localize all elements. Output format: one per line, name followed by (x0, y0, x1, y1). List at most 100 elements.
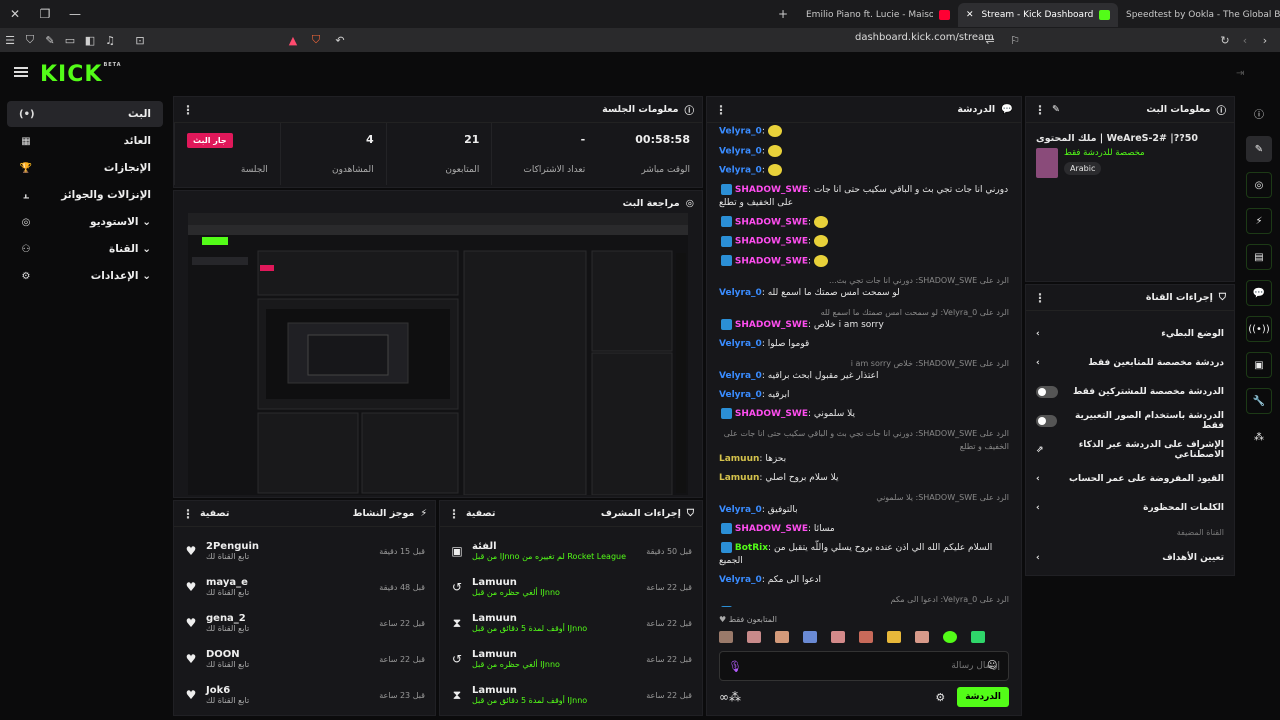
emote-icon[interactable] (719, 631, 733, 643)
screenshot-icon[interactable]: ⊡ (130, 30, 150, 50)
option-followers-only[interactable]: دردشة مخصصة للمتابعين فقط › (1026, 348, 1234, 377)
edit-icon[interactable]: ✎ (1052, 104, 1060, 115)
sidebar-item-achievements[interactable]: 🏆 الإنجازات (7, 155, 163, 181)
emote-icon[interactable] (831, 631, 845, 643)
chat-username[interactable]: Velyra_0 (719, 390, 762, 400)
chat-message[interactable]: Lamuun: يلا سلام بروح اصلي (707, 472, 1021, 485)
chat-message[interactable]: SHADOW_SWE: مسائا (707, 523, 1021, 536)
document-icon[interactable]: ▤ (1246, 244, 1272, 270)
more-options-icon[interactable]: ⋮ (715, 103, 727, 117)
option-slow-mode[interactable]: الوضع البطيء › (1026, 319, 1234, 348)
back-icon[interactable]: ‹ (1235, 30, 1255, 50)
subscribers-only-toggle[interactable] (1036, 385, 1058, 398)
option-account-age[interactable]: القيود المفروضة على عمر الحساب › (1026, 464, 1234, 493)
chat-input[interactable]: إرسال رسالة 🎙 (719, 651, 1009, 681)
shield-icon[interactable]: ⛉ (20, 30, 40, 50)
close-tab-icon[interactable]: ✕ (966, 10, 974, 20)
chat-message[interactable]: SHADOW_SWE: يلا سلموني (707, 408, 1021, 421)
sidebar-item-drops[interactable]: ⫠ الإنزالات والجوائز (7, 182, 163, 208)
chat-username[interactable]: Velyra_0 (719, 288, 762, 298)
more-options-icon[interactable]: ⋮ (182, 507, 194, 521)
chat-username[interactable]: SHADOW_SWE (735, 217, 808, 227)
option-host[interactable]: تعيين الأهداف › (1026, 543, 1234, 572)
tab-kick-dashboard[interactable]: ✕ Stream - Kick Dashboard (958, 3, 1118, 27)
tab-icon[interactable]: ▭ (60, 30, 80, 50)
chat-message[interactable]: Velyra_0: (707, 144, 1021, 159)
chat-message[interactable]: الرد على SHADOW_SWE: دورني انا جات تجي ب… (707, 427, 1021, 466)
filter-button[interactable]: تصفية (466, 508, 495, 519)
chat-username[interactable]: SHADOW_SWE (735, 320, 808, 330)
target-icon[interactable]: ◎ (1246, 172, 1272, 198)
mic-icon[interactable]: 🎙 (728, 660, 742, 673)
option-banned-words[interactable]: الكلمات المحظورة › (1026, 493, 1234, 522)
restore-window-icon[interactable]: ❐ (30, 0, 60, 28)
chat-username[interactable]: Velyra_0 (719, 127, 762, 137)
chat-username[interactable]: SHADOW_SWE (735, 185, 808, 195)
more-options-icon[interactable]: ⋮ (182, 103, 194, 117)
chat-message[interactable]: الرد على Velyra_0: ادعوا الى مكم SHADOW_… (707, 593, 1021, 607)
layers-icon[interactable]: ▣ (1246, 352, 1272, 378)
new-tab-button[interactable]: + (768, 0, 798, 28)
chat-username[interactable]: Velyra_0 (719, 505, 762, 515)
chat-username[interactable]: BotRix (735, 543, 768, 553)
chat-username[interactable]: Velyra_0 (719, 371, 762, 381)
option-ai-moderation[interactable]: الإشراف على الدردشة عبر الذكاء الاصطناعي… (1026, 435, 1234, 464)
apps-icon[interactable]: ⁂ (1246, 424, 1272, 450)
sidebar-toggle-icon[interactable]: ☰ (0, 30, 20, 50)
emote-icon[interactable] (887, 631, 901, 643)
chat-username[interactable]: SHADOW_SWE (735, 524, 808, 534)
reload-icon[interactable]: ↻ (1215, 30, 1235, 50)
chat-username[interactable]: Lamuun (719, 473, 759, 483)
emoji-icon[interactable]: ☺ (987, 660, 997, 671)
chat-icon[interactable]: 💬 (1246, 280, 1272, 306)
brave-shield-icon[interactable]: ⛉ (306, 30, 326, 50)
chat-message[interactable]: الرد على SHADOW_SWE: خلاص i am sorry Vely… (707, 357, 1021, 383)
more-options-icon[interactable]: ⋮ (1034, 291, 1046, 305)
close-window-icon[interactable]: ✕ (0, 0, 30, 28)
address-bar[interactable]: dashboard.kick.com/stream (855, 32, 994, 43)
share-icon[interactable]: ⇌ (980, 30, 1000, 50)
gear-icon[interactable]: ⚙ (935, 691, 945, 704)
emote-icon[interactable] (775, 631, 789, 643)
chat-username[interactable]: Velyra_0 (719, 146, 762, 156)
chat-username[interactable]: Velyra_0 (719, 575, 762, 585)
chat-message[interactable]: Velyra_0: ابرقيه (707, 389, 1021, 402)
chat-message[interactable]: SHADOW_SWE: (707, 215, 1021, 230)
option-emotes-only[interactable]: الدردشة باستخدام الصور التعبيرية فقط (1026, 406, 1234, 435)
chat-message[interactable]: BotRix: السلام عليكم الله الي اذن عنده ي… (707, 542, 1021, 568)
music-icon[interactable]: ♫ (100, 30, 120, 50)
emotes-only-toggle[interactable] (1036, 414, 1058, 427)
chat-username[interactable]: Lamuun (719, 454, 759, 464)
broadcast-icon[interactable]: ((•)) (1246, 316, 1272, 342)
sidebar-item-channel[interactable]: ⚇ القناة ⌄ (7, 236, 163, 262)
info-icon[interactable]: ⓘ (1246, 100, 1272, 126)
forward-icon[interactable]: › (1255, 30, 1275, 50)
chat-username[interactable]: SHADOW_SWE (735, 409, 808, 419)
chat-message[interactable]: Velyra_0: (707, 125, 1021, 139)
bolt-icon[interactable]: ⚡ (1246, 208, 1272, 234)
chat-message[interactable]: الرد على SHADOW_SWE: يلا سلموني Velyra_0:… (707, 491, 1021, 517)
collapse-icon[interactable]: ⇥ (1236, 68, 1244, 79)
chat-username[interactable]: Velyra_0 (719, 339, 762, 349)
kick-logo[interactable]: KICKBETA (40, 62, 122, 87)
stream-preview-video[interactable] (188, 213, 688, 495)
send-chat-button[interactable]: الدردشة (957, 687, 1009, 707)
chat-username[interactable]: SHADOW_SWE (735, 237, 808, 247)
chat-username[interactable]: Velyra_0 (719, 166, 762, 176)
chat-message[interactable]: SHADOW_SWE: (707, 254, 1021, 269)
puzzle-icon[interactable]: ✎ (40, 30, 60, 50)
emote-icon[interactable] (915, 631, 929, 643)
tab-speedtest[interactable]: Speedtest by Ookla - The Global Broa (1118, 3, 1280, 27)
chat-message[interactable]: Velyra_0: ادعوا الى مكم (707, 574, 1021, 587)
chat-message[interactable]: Velyra_0: (707, 164, 1021, 178)
option-subscribers-only[interactable]: الدردشة مخصصة للمشتركين فقط (1026, 377, 1234, 406)
wrench-icon[interactable]: 🔧 (1246, 388, 1272, 414)
more-options-icon[interactable]: ⋮ (448, 507, 460, 521)
edit-icon[interactable]: ✎ (1246, 136, 1272, 162)
emote-icon[interactable] (971, 631, 985, 643)
sidebar-item-revenue[interactable]: ▦ العائد (7, 128, 163, 154)
sidebar-item-studio[interactable]: ◎ الاستوديو ⌄ (7, 209, 163, 235)
chat-message[interactable]: الرد على Velyra_0: لو سمحت امس صمتك ما ا… (707, 306, 1021, 332)
emote-icon[interactable] (943, 631, 957, 643)
minimize-window-icon[interactable]: — (60, 0, 90, 28)
